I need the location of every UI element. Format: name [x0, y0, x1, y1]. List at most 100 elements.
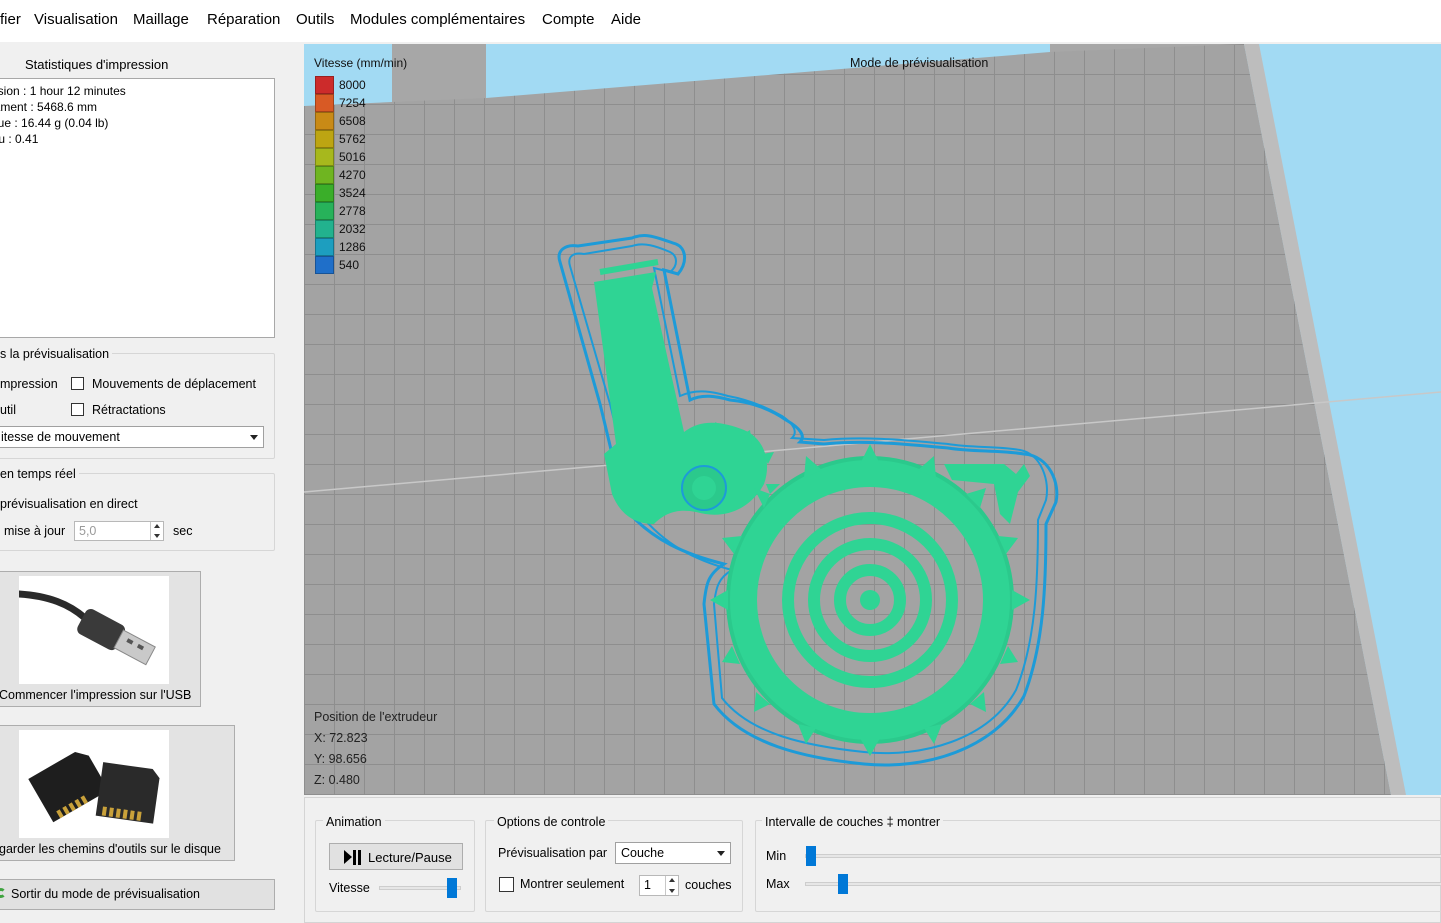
- legend-swatch: [315, 256, 334, 274]
- menu-modules[interactable]: Modules complémentaires: [350, 11, 525, 28]
- stats-title: Statistiques d'impression: [25, 57, 169, 72]
- min-layer-slider-handle[interactable]: [806, 846, 816, 866]
- max-layer-slider-track[interactable]: [805, 882, 1441, 886]
- print-toggle-label[interactable]: mpression: [0, 377, 58, 391]
- exit-arrow-icon: [0, 888, 6, 898]
- legend-swatch: [315, 202, 334, 220]
- legend-swatch: [315, 112, 334, 130]
- extruder-y: Y: 98.656: [314, 752, 367, 766]
- layers-count-spinbox[interactable]: 1: [639, 875, 679, 896]
- tool-toggle-label[interactable]: util: [0, 403, 16, 417]
- max-layer-slider-handle[interactable]: [838, 874, 848, 894]
- color-mode-value: itesse de mouvement: [1, 430, 120, 444]
- legend-swatch: [315, 148, 334, 166]
- legend-swatch: [315, 238, 334, 256]
- color-mode-select[interactable]: itesse de mouvement: [0, 426, 264, 448]
- live-preview-label[interactable]: prévisualisation en direct: [0, 497, 138, 511]
- spin-down-icon[interactable]: [665, 885, 678, 895]
- realtime-label: en temps réel: [0, 467, 79, 481]
- preview-mode-label: Mode de prévisualisation: [850, 56, 989, 70]
- legend-value: 3524: [339, 186, 366, 200]
- max-label: Max: [766, 877, 790, 891]
- menu-reparation[interactable]: Réparation: [207, 11, 280, 28]
- retractions-label[interactable]: Rétractations: [92, 403, 166, 417]
- legend-value: 2778: [339, 204, 366, 218]
- chevron-down-icon: [717, 851, 725, 856]
- legend-swatch: [315, 166, 334, 184]
- min-layer-slider-track[interactable]: [805, 854, 1441, 858]
- save-toolpath-button[interactable]: garder les chemins d'outils sur le disqu…: [0, 725, 235, 861]
- stats-print-time: ession : 1 hour 12 minutes: [0, 84, 126, 98]
- update-interval-label: mise à jour: [4, 524, 66, 538]
- legend-swatch: [315, 184, 334, 202]
- update-interval-unit: sec: [173, 524, 193, 538]
- chevron-down-icon: [250, 435, 258, 440]
- legend-value: 7254: [339, 96, 366, 110]
- menu-outils[interactable]: Outils: [296, 11, 334, 28]
- legend-swatch: [315, 94, 334, 112]
- travel-moves-label[interactable]: Mouvements de déplacement: [92, 377, 256, 391]
- legend-value: 5016: [339, 150, 366, 164]
- legend-value: 1286: [339, 240, 366, 254]
- spin-up-icon[interactable]: [665, 876, 678, 886]
- layers-unit-label: couches: [685, 878, 732, 892]
- legend-swatch: [315, 220, 334, 238]
- layer-range-group: [755, 820, 1441, 912]
- stats-plastic-weight: tique : 16.44 g (0.04 lb): [0, 116, 109, 130]
- legend-value: 5762: [339, 132, 366, 146]
- pause-bar-icon: [353, 850, 356, 865]
- bed-back-wall-left: [392, 44, 486, 102]
- extruder-x: X: 72.823: [314, 731, 368, 745]
- show-only-checkbox[interactable]: [499, 877, 514, 892]
- print-bed-scene: [304, 44, 1441, 795]
- play-icon: [344, 850, 352, 864]
- preview-by-label: Prévisualisation par: [498, 846, 608, 860]
- layers-count-value: 1: [644, 878, 651, 892]
- legend-swatch: [315, 76, 334, 94]
- control-options-label: Options de controle: [494, 815, 609, 829]
- spin-up-icon[interactable]: [150, 522, 163, 531]
- menu-file[interactable]: fier: [0, 11, 21, 28]
- viewport-3d[interactable]: Vitesse (mm/min) 8000 7254 6508 5762 501…: [304, 44, 1441, 795]
- usb-cable-icon: [15, 576, 169, 684]
- legend-value: 8000: [339, 78, 366, 92]
- preview-options-label: s la prévisualisation: [0, 347, 113, 361]
- travel-moves-checkbox[interactable]: [71, 377, 84, 390]
- extruder-z: Z: 0.480: [314, 773, 360, 787]
- retractions-checkbox[interactable]: [71, 403, 84, 416]
- legend-value: 540: [339, 258, 360, 272]
- bottom-controls: Animation Lecture/Pause Vitesse Options …: [304, 797, 1441, 923]
- legend-value: 2032: [339, 222, 366, 236]
- save-toolpath-label: garder les chemins d'outils sur le disqu…: [0, 842, 221, 856]
- legend-title: Vitesse (mm/min): [314, 56, 408, 70]
- usb-print-button[interactable]: Commencer l'impression sur l'USB: [0, 571, 201, 707]
- sd-card-icon: [19, 730, 169, 838]
- spin-down-icon[interactable]: [150, 531, 163, 540]
- menu-aide[interactable]: Aide: [611, 11, 641, 28]
- legend-value: 6508: [339, 114, 366, 128]
- show-only-label[interactable]: Montrer seulement: [520, 877, 624, 891]
- preview-by-select[interactable]: Couche: [615, 842, 731, 864]
- legend-value: 4270: [339, 168, 366, 182]
- stats-filament-length: filament : 5468.6 mm: [0, 100, 98, 114]
- play-pause-button[interactable]: Lecture/Pause: [329, 843, 463, 870]
- menu-maillage[interactable]: Maillage: [133, 11, 189, 28]
- update-interval-spinbox[interactable]: 5,0: [74, 521, 164, 541]
- menu-compte[interactable]: Compte: [542, 11, 595, 28]
- usb-print-label: Commencer l'impression sur l'USB: [0, 688, 192, 702]
- pause-bar-icon: [358, 850, 361, 865]
- stats-box: ession : 1 hour 12 minutes filament : 54…: [0, 78, 275, 338]
- preview-by-value: Couche: [621, 846, 665, 860]
- stats-material-cost: riau : 0.41: [0, 132, 39, 146]
- speed-label: Vitesse: [329, 881, 370, 895]
- speed-slider-handle[interactable]: [447, 878, 458, 898]
- menu-visualisation[interactable]: Visualisation: [34, 11, 118, 28]
- menu-bar: fier Visualisation Maillage Réparation O…: [0, 0, 1441, 42]
- update-interval-value: 5,0: [79, 524, 97, 538]
- extruder-position-title: Position de l'extrudeur: [314, 710, 438, 724]
- exit-preview-label: Sortir du mode de prévisualisation: [11, 887, 200, 901]
- animation-label: Animation: [323, 815, 385, 829]
- exit-preview-button[interactable]: Sortir du mode de prévisualisation: [0, 879, 275, 910]
- min-label: Min: [766, 849, 787, 863]
- left-panel: Statistiques d'impression ession : 1 hou…: [0, 42, 290, 923]
